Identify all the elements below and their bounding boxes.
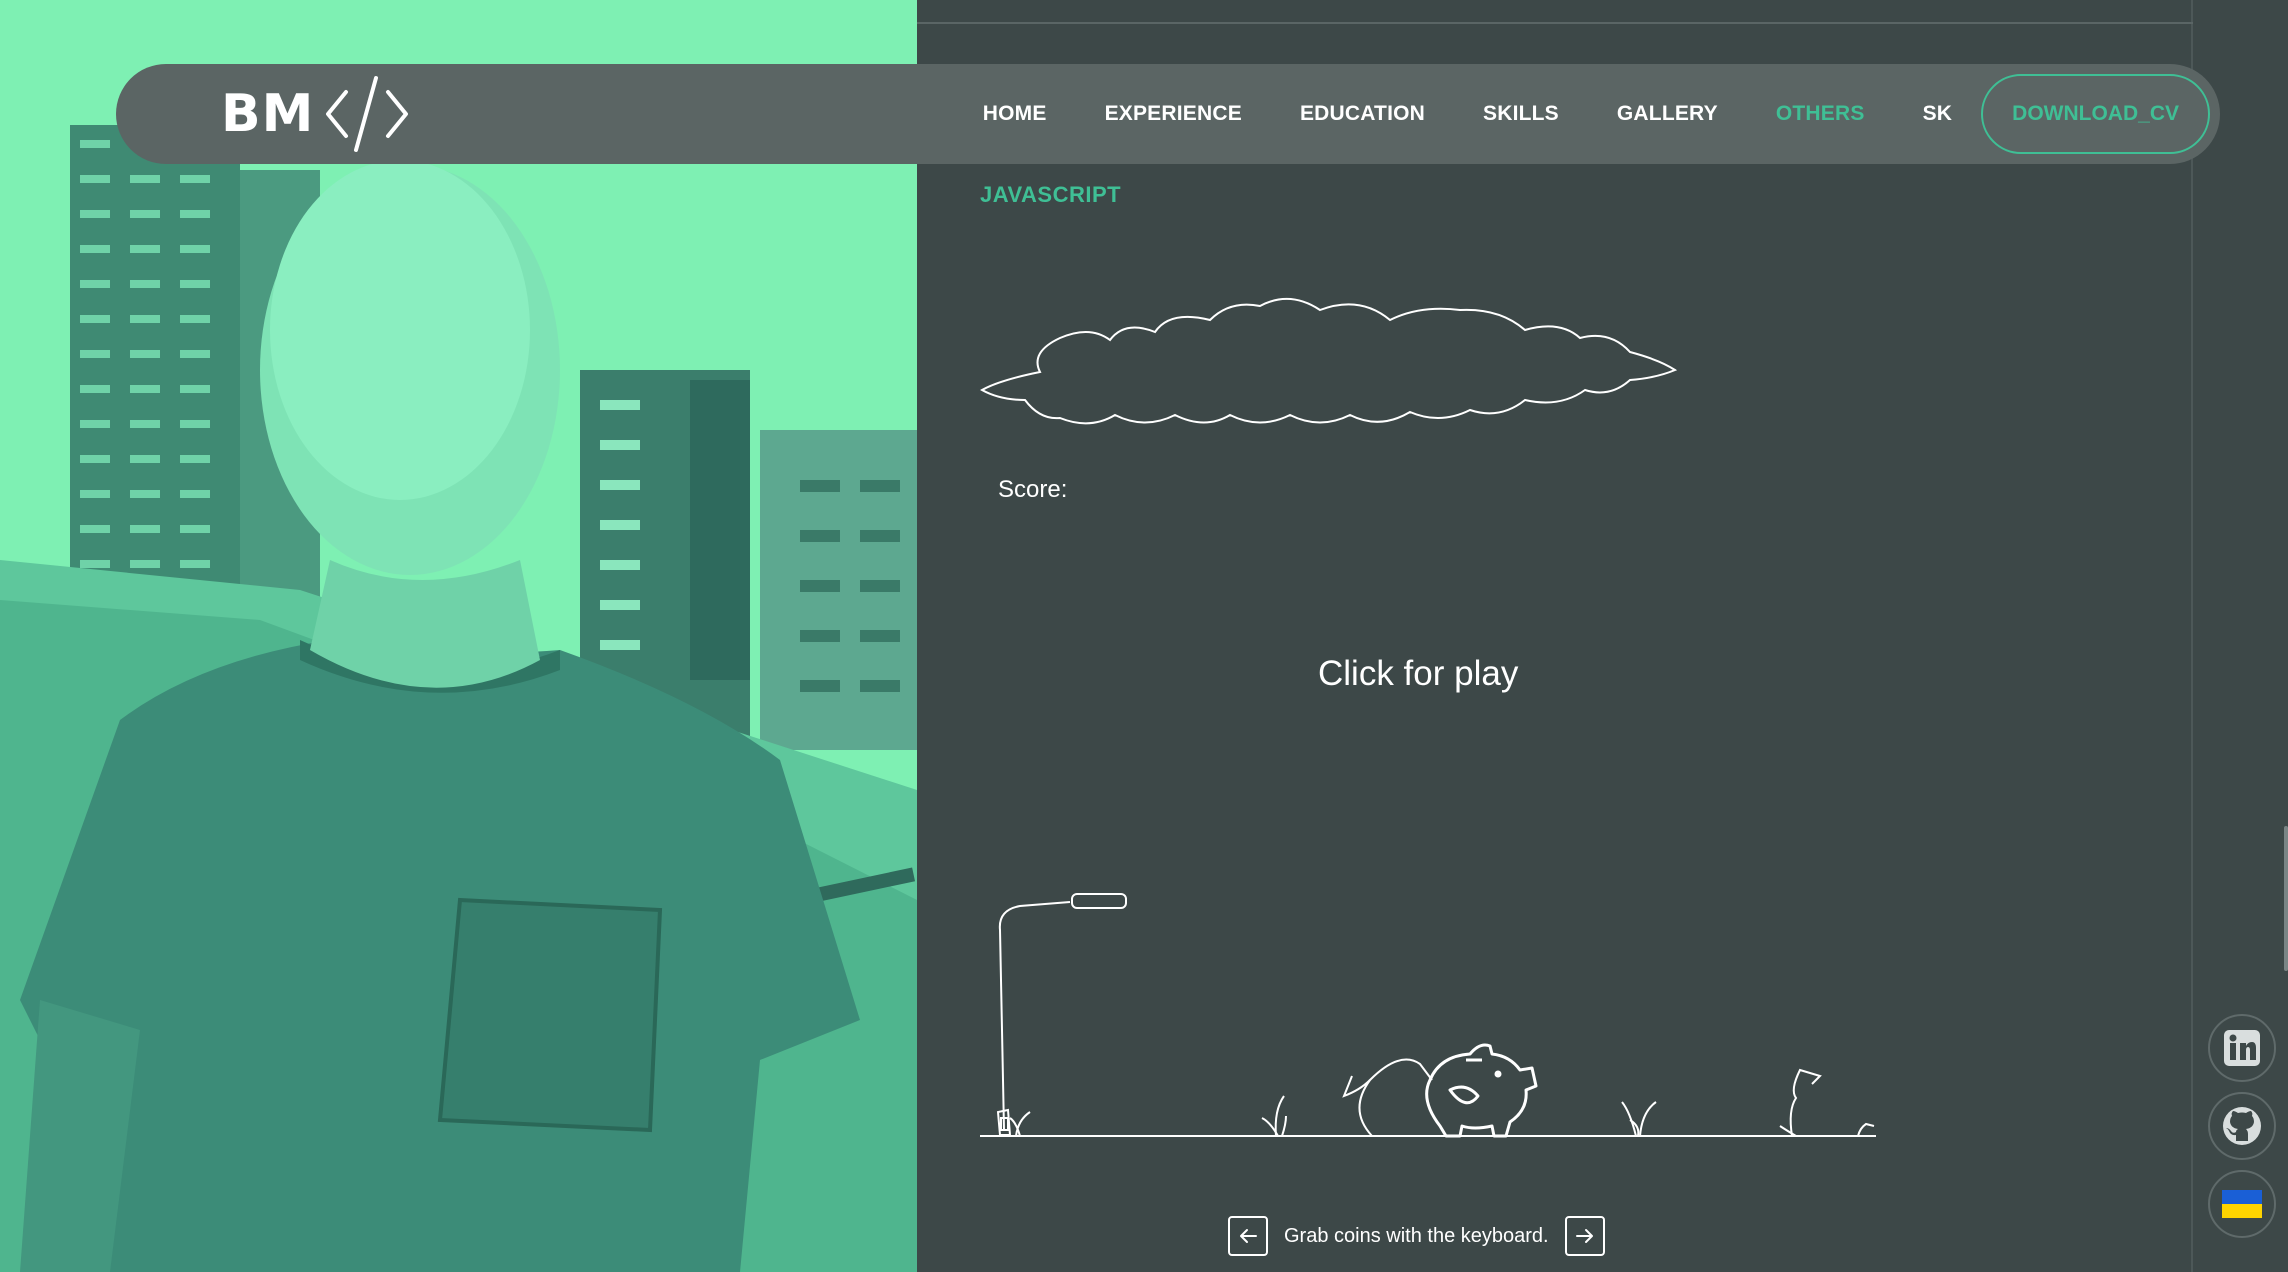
- plant-icon: [1342, 1058, 1433, 1137]
- scrollbar-thumb[interactable]: [2284, 826, 2288, 971]
- street-lamp-icon: [996, 893, 1127, 1136]
- profile-photo-illustration: [0, 0, 917, 1272]
- navbar: BM HOME EXPERIENCE EDUCATION SKILLS GALL…: [116, 64, 2220, 164]
- left-arrow-key[interactable]: [1228, 1216, 1268, 1256]
- code-brackets-icon: [326, 76, 409, 152]
- play-prompt[interactable]: Click for play: [1318, 654, 1518, 694]
- game-controls: Grab coins with the keyboard.: [1228, 1216, 1605, 1256]
- github-icon: [2223, 1107, 2261, 1145]
- arrow-right-icon: [1575, 1229, 1593, 1243]
- linkedin-button[interactable]: [2208, 1014, 2276, 1082]
- profile-photo: [0, 0, 917, 1272]
- nav-home[interactable]: HOME: [954, 102, 1076, 126]
- nav-others[interactable]: OTHERS: [1747, 102, 1894, 126]
- piggy-bank-icon: [1425, 1043, 1538, 1138]
- logo-text: BM: [221, 84, 315, 144]
- github-button[interactable]: [2208, 1092, 2276, 1160]
- score: Score:: [998, 476, 1075, 504]
- logo[interactable]: BM: [221, 74, 410, 154]
- nav-gallery[interactable]: GALLERY: [1588, 102, 1747, 126]
- cloud-icon: [980, 297, 1678, 425]
- nav-links: HOME EXPERIENCE EDUCATION SKILLS GALLERY…: [954, 64, 2210, 164]
- game-canvas[interactable]: [980, 290, 1880, 1190]
- social-links: [2208, 1014, 2276, 1238]
- nav-skills[interactable]: SKILLS: [1454, 102, 1588, 126]
- grass-icon: [1009, 1068, 1875, 1137]
- divider: [917, 22, 2193, 24]
- section-title: JAVASCRIPT: [980, 182, 1122, 207]
- arrow-left-icon: [1240, 1229, 1257, 1243]
- language-switch[interactable]: SK: [1894, 102, 1982, 126]
- ukraine-flag-icon: [2222, 1190, 2262, 1218]
- score-label: Score:: [998, 476, 1068, 503]
- nav-experience[interactable]: EXPERIENCE: [1076, 102, 1271, 126]
- download-cv-button[interactable]: DOWNLOAD_CV: [1981, 74, 2210, 154]
- controls-hint: Grab coins with the keyboard.: [1284, 1224, 1549, 1247]
- right-arrow-key[interactable]: [1564, 1216, 1605, 1256]
- ukraine-support-button[interactable]: [2208, 1170, 2276, 1238]
- nav-education[interactable]: EDUCATION: [1271, 102, 1454, 126]
- linkedin-icon: [2224, 1030, 2260, 1066]
